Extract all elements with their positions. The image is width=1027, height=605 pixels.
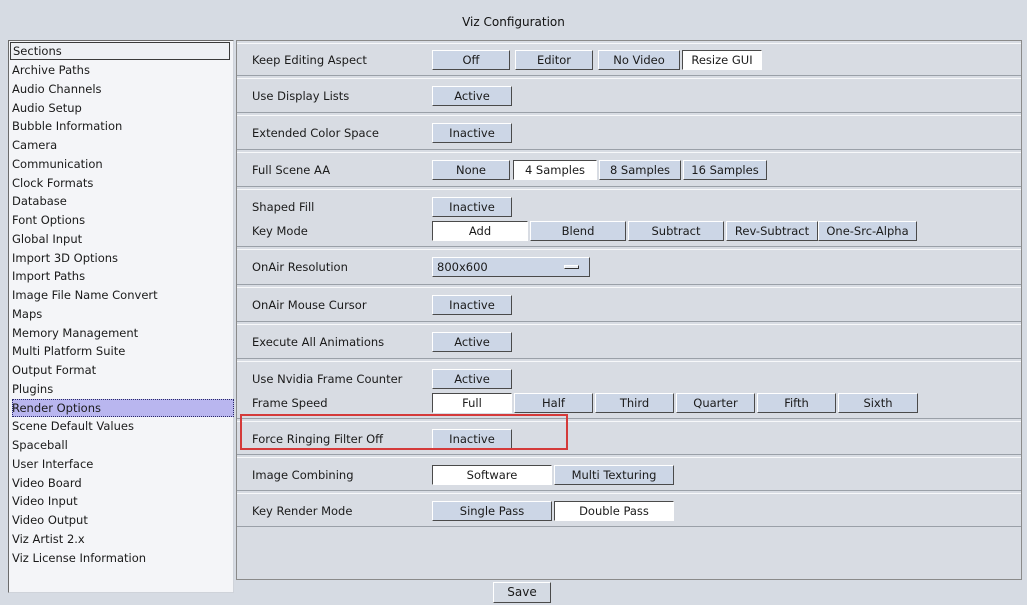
keep-editing-aspect-no-video-button[interactable]: No Video xyxy=(598,50,680,70)
onair-resolution-label: OnAir Resolution xyxy=(252,260,348,274)
sidebar-item-font-options[interactable]: Font Options xyxy=(12,211,234,230)
setting-row-use-display-lists: Use Display Lists Active xyxy=(237,78,1021,113)
key-mode-label: Key Mode xyxy=(252,224,308,238)
sidebar-item-audio-setup[interactable]: Audio Setup xyxy=(12,99,234,118)
sections-sidebar: Sections Archive Paths Audio Channels Au… xyxy=(8,40,234,593)
sections-list: Archive Paths Audio Channels Audio Setup… xyxy=(12,61,234,567)
key-mode-subtract-button[interactable]: Subtract xyxy=(628,221,724,241)
key-render-mode-label: Key Render Mode xyxy=(252,504,353,518)
onair-resolution-value: 800x600 xyxy=(437,260,488,274)
sidebar-item-user-interface[interactable]: User Interface xyxy=(12,455,234,474)
window-title: Viz Configuration xyxy=(462,15,565,29)
image-combining-software-button[interactable]: Software xyxy=(432,465,552,485)
setting-row-frame-counter-speed: Use Nvidia Frame Counter Active Frame Sp… xyxy=(237,361,1021,419)
shaped-fill-label: Shaped Fill xyxy=(252,200,315,214)
key-mode-one-src-alpha-button[interactable]: One-Src-Alpha xyxy=(818,221,917,241)
sidebar-item-communication[interactable]: Communication xyxy=(12,155,234,174)
sidebar-item-video-board[interactable]: Video Board xyxy=(12,474,234,493)
setting-row-force-ringing-filter-off: Force Ringing Filter Off Inactive xyxy=(237,421,1021,455)
render-options-panel: Keep Editing Aspect Off Editor No Video … xyxy=(236,40,1022,580)
sidebar-item-spaceball[interactable]: Spaceball xyxy=(12,436,234,455)
setting-row-extended-color-space: Extended Color Space Inactive xyxy=(237,115,1021,150)
sidebar-item-video-output[interactable]: Video Output xyxy=(12,511,234,530)
frame-speed-quarter-button[interactable]: Quarter xyxy=(676,393,755,413)
use-display-lists-toggle[interactable]: Active xyxy=(432,86,512,106)
frame-speed-fifth-button[interactable]: Fifth xyxy=(757,393,836,413)
full-scene-aa-8-samples-button[interactable]: 8 Samples xyxy=(599,160,681,180)
image-combining-label: Image Combining xyxy=(252,468,354,482)
setting-row-key-render-mode: Key Render Mode Single Pass Double Pass xyxy=(237,493,1021,527)
frame-speed-full-button[interactable]: Full xyxy=(432,393,512,413)
setting-row-execute-all-animations: Execute All Animations Active xyxy=(237,324,1021,359)
image-combining-multi-texturing-button[interactable]: Multi Texturing xyxy=(554,465,674,485)
full-scene-aa-none-button[interactable]: None xyxy=(432,160,510,180)
frame-speed-half-button[interactable]: Half xyxy=(514,393,593,413)
sidebar-item-render-options[interactable]: Render Options xyxy=(12,398,234,418)
key-mode-add-button[interactable]: Add xyxy=(432,221,528,241)
extended-color-space-label: Extended Color Space xyxy=(252,126,379,140)
frame-speed-sixth-button[interactable]: Sixth xyxy=(838,393,918,413)
onair-mouse-cursor-toggle[interactable]: Inactive xyxy=(432,295,512,315)
keep-editing-aspect-off-button[interactable]: Off xyxy=(432,50,510,70)
save-button[interactable]: Save xyxy=(493,582,551,603)
keep-editing-aspect-editor-button[interactable]: Editor xyxy=(515,50,593,70)
force-ringing-filter-off-toggle[interactable]: Inactive xyxy=(432,429,512,449)
keep-editing-aspect-resize-gui-button[interactable]: Resize GUI xyxy=(682,50,762,70)
sidebar-item-plugins[interactable]: Plugins xyxy=(12,380,234,399)
sidebar-item-clock-formats[interactable]: Clock Formats xyxy=(12,174,234,193)
setting-row-image-combining: Image Combining Software Multi Texturing xyxy=(237,457,1021,491)
key-render-mode-double-pass-button[interactable]: Double Pass xyxy=(554,501,674,521)
sidebar-item-audio-channels[interactable]: Audio Channels xyxy=(12,80,234,99)
shaped-fill-toggle[interactable]: Inactive xyxy=(432,197,512,217)
extended-color-space-toggle[interactable]: Inactive xyxy=(432,123,512,143)
sidebar-item-multi-platform-suite[interactable]: Multi Platform Suite xyxy=(12,342,234,361)
onair-mouse-cursor-label: OnAir Mouse Cursor xyxy=(252,298,367,312)
sidebar-item-camera[interactable]: Camera xyxy=(12,136,234,155)
footer-bar: Save xyxy=(0,582,1027,605)
use-nvidia-frame-counter-label: Use Nvidia Frame Counter xyxy=(252,372,403,386)
setting-row-shaped-fill-key-mode: Shaped Fill Inactive Key Mode Add Blend … xyxy=(237,189,1021,247)
full-scene-aa-label: Full Scene AA xyxy=(252,163,331,177)
sidebar-item-database[interactable]: Database xyxy=(12,192,234,211)
setting-row-onair-resolution: OnAir Resolution 800x600 xyxy=(237,249,1021,285)
full-scene-aa-4-samples-button[interactable]: 4 Samples xyxy=(513,160,597,180)
sidebar-item-import-3d-options[interactable]: Import 3D Options xyxy=(12,249,234,268)
viz-configuration-window: Viz Configuration Sections Archive Paths… xyxy=(0,0,1027,605)
use-display-lists-label: Use Display Lists xyxy=(252,89,350,103)
frame-speed-third-button[interactable]: Third xyxy=(595,393,674,413)
sidebar-item-viz-artist-2x[interactable]: Viz Artist 2.x xyxy=(12,530,234,549)
execute-all-animations-label: Execute All Animations xyxy=(252,335,385,349)
sidebar-item-viz-license-information[interactable]: Viz License Information xyxy=(12,549,234,568)
sidebar-item-import-paths[interactable]: Import Paths xyxy=(12,267,234,286)
keep-editing-aspect-label: Keep Editing Aspect xyxy=(252,53,367,67)
use-nvidia-frame-counter-toggle[interactable]: Active xyxy=(432,369,512,389)
sidebar-item-image-file-name-convert[interactable]: Image File Name Convert xyxy=(12,286,234,305)
key-render-mode-single-pass-button[interactable]: Single Pass xyxy=(432,501,552,521)
key-mode-blend-button[interactable]: Blend xyxy=(530,221,626,241)
setting-row-full-scene-aa: Full Scene AA None 4 Samples 8 Samples 1… xyxy=(237,152,1021,187)
sidebar-item-archive-paths[interactable]: Archive Paths xyxy=(12,61,234,80)
execute-all-animations-toggle[interactable]: Active xyxy=(432,332,512,352)
sidebar-item-video-input[interactable]: Video Input xyxy=(12,492,234,511)
onair-resolution-dropdown[interactable]: 800x600 xyxy=(432,257,590,277)
sidebar-item-bubble-information[interactable]: Bubble Information xyxy=(12,117,234,136)
force-ringing-filter-off-label: Force Ringing Filter Off xyxy=(252,432,384,446)
full-scene-aa-16-samples-button[interactable]: 16 Samples xyxy=(683,160,767,180)
frame-speed-label: Frame Speed xyxy=(252,396,328,410)
sidebar-item-global-input[interactable]: Global Input xyxy=(12,230,234,249)
sidebar-header: Sections xyxy=(10,42,230,60)
setting-row-keep-editing-aspect: Keep Editing Aspect Off Editor No Video … xyxy=(237,43,1021,76)
sidebar-item-output-format[interactable]: Output Format xyxy=(12,361,234,380)
key-mode-rev-subtract-button[interactable]: Rev-Subtract xyxy=(726,221,818,241)
sidebar-item-scene-default-values[interactable]: Scene Default Values xyxy=(12,417,234,436)
sidebar-item-memory-management[interactable]: Memory Management xyxy=(12,324,234,343)
sidebar-item-maps[interactable]: Maps xyxy=(12,305,234,324)
setting-row-onair-mouse-cursor: OnAir Mouse Cursor Inactive xyxy=(237,287,1021,322)
dropdown-indicator-icon xyxy=(564,265,579,269)
